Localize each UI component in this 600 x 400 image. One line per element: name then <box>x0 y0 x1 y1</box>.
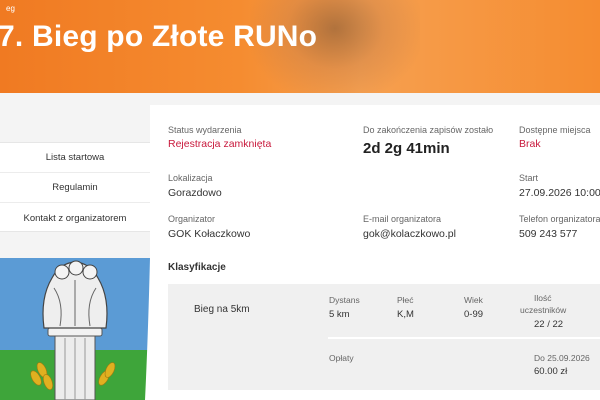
organizer-value: GOK Kołaczkowo <box>168 228 251 240</box>
classification-divider <box>328 337 600 339</box>
participants-label-line1: Ilość <box>534 293 552 303</box>
email-value[interactable]: gok@kolaczkowo.pl <box>363 228 456 240</box>
countdown-value: 2d 2g 41min <box>363 140 450 157</box>
email-label: E-mail organizatora <box>363 214 442 224</box>
status-value: Rejestracja zamknięta <box>168 138 272 150</box>
side-menu-item-rules[interactable]: Regulamin <box>0 173 150 203</box>
places-value: Brak <box>519 138 541 150</box>
phone-label: Telefon organizatora <box>519 214 600 224</box>
start-value: 27.09.2026 10:00 <box>519 187 600 199</box>
banner-kicker: eg <box>6 4 15 13</box>
countdown-label: Do zakończenia zapisów zostało <box>363 125 494 135</box>
classification-name: Bieg na 5km <box>194 304 250 315</box>
distance-label: Dystans <box>329 295 360 305</box>
status-label: Status wydarzenia <box>168 125 242 135</box>
fees-label: Opłaty <box>329 353 354 363</box>
start-label: Start <box>519 173 539 183</box>
participants-value: 22 / 22 <box>534 319 564 330</box>
event-banner: eg 7. Bieg po Złote RUNo <box>0 0 600 93</box>
classifications-title: Klasyfikacje <box>168 262 226 273</box>
organizer-label: Organizator <box>168 214 216 224</box>
side-menu: Lista startowa Regulamin Kontakt z organ… <box>0 142 150 232</box>
age-value: 0-99 <box>464 309 484 320</box>
participants-label-line2: uczestników <box>520 305 567 315</box>
location-label: Lokalizacja <box>168 173 213 183</box>
side-menu-item-start-list[interactable]: Lista startowa <box>0 143 150 173</box>
municipality-coat-of-arms <box>0 258 150 400</box>
age-label: Wiek <box>464 295 483 305</box>
gender-value: K,M <box>397 309 414 320</box>
phone-value[interactable]: 509 243 577 <box>519 228 577 240</box>
gender-label: Płeć <box>397 295 414 305</box>
location-value: Gorazdowo <box>168 187 222 199</box>
fee-amount: 60.00 zł <box>534 366 568 377</box>
column-capital <box>47 327 103 337</box>
places-label: Dostępne miejsca <box>519 125 591 135</box>
side-menu-item-contact[interactable]: Kontakt z organizatorem <box>0 203 150 233</box>
distance-value: 5 km <box>329 309 350 320</box>
fee-deadline: Do 25.09.2026 <box>534 353 590 363</box>
event-title: 7. Bieg po Złote RUNo <box>0 20 318 53</box>
